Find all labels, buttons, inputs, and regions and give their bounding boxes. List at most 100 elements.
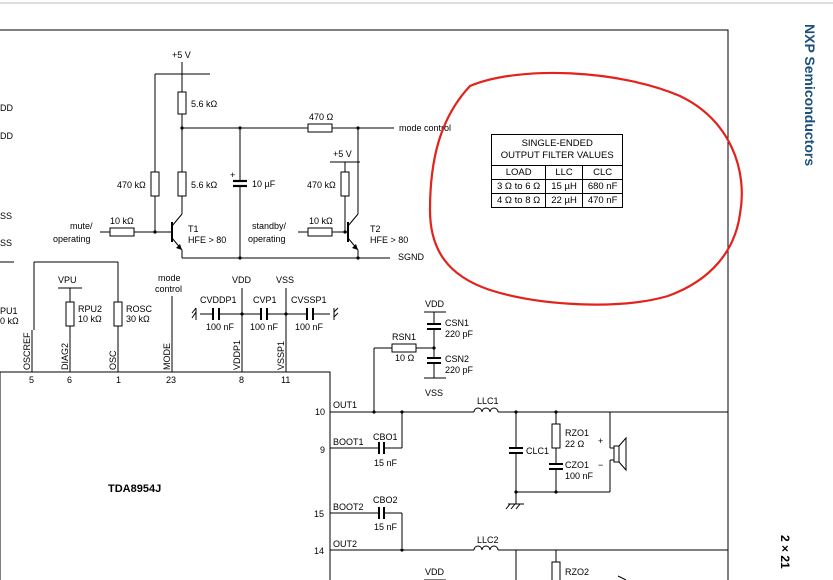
filter-table-cell: 3 Ω to 6 Ω	[490, 179, 547, 194]
pin-out1-num: 10	[315, 407, 325, 417]
supply-vss-decoupling: VSS	[276, 275, 294, 285]
speaker-minus: −	[598, 460, 603, 470]
ground-symbol-right	[333, 307, 339, 320]
filter-table-cell: 4 Ω to 8 Ω	[490, 193, 547, 208]
filter-table-title-2: OUTPUT FILTER VALUES	[500, 150, 614, 161]
pin-oscref: OSCREF	[22, 332, 32, 370]
net-sgnd: SGND	[398, 252, 425, 262]
pin-vssp1: VSSP1	[276, 341, 286, 370]
supply-plus5v-top: +5 V	[172, 50, 191, 60]
transistor-t2-label: T2	[370, 224, 381, 234]
filter-table-cell: 22 µH	[545, 193, 583, 208]
supply-vpu: VPU	[58, 275, 77, 285]
pin-vssp1-num: 11	[281, 375, 290, 385]
capacitor-cvssp1-label: CVSSP1	[291, 295, 327, 305]
resistor-470k-left-label: 470 kΩ	[117, 180, 146, 190]
resistor-rzo1-value: 22 Ω	[565, 439, 585, 449]
resistor-470k-right-label: 470 kΩ	[307, 180, 336, 190]
capacitor-csn2-label: CSN2	[445, 354, 469, 364]
capacitor-cvp1-value: 100 nF	[250, 322, 279, 332]
resistor-10k-standby	[307, 227, 333, 237]
edge-label-0k: 0 kΩ	[0, 316, 19, 326]
resistor-rzo2	[551, 561, 561, 580]
filter-table-title-1: SINGLE-ENDED	[521, 138, 593, 149]
pin-diag2: DIAG2	[60, 343, 70, 370]
resistor-470k-right	[340, 171, 350, 197]
capacitor-cvp1	[260, 308, 268, 320]
resistor-rosc	[113, 301, 123, 327]
inductor-llc1	[473, 407, 499, 413]
filter-table-header-clc: CLC	[581, 165, 624, 180]
filter-table-cell: 680 nF	[581, 179, 624, 194]
inductor-llc2	[473, 545, 499, 551]
edge-label-ss-1: SS	[0, 211, 12, 221]
resistor-rsn1-value: 10 Ω	[395, 353, 415, 363]
pin-mode-num: 23	[166, 375, 176, 385]
pin-out2: OUT2	[333, 539, 357, 549]
transistor-t1-label: T1	[188, 224, 199, 234]
ground-symbol-left	[191, 307, 197, 320]
pin-out1: OUT1	[333, 400, 357, 410]
resistor-470-top	[307, 123, 333, 133]
capacitor-cvp1-label: CVP1	[253, 295, 277, 305]
pin-vddp1: VDDP1	[232, 340, 242, 370]
resistor-470k-left	[150, 171, 160, 197]
edge-label-dd-1: DD	[0, 103, 13, 113]
net-standby-1: standby/	[252, 221, 287, 231]
net-standby-2: operating	[248, 234, 286, 244]
resistor-5k6-mid-label: 5.6 kΩ	[191, 180, 218, 190]
filter-table-header-load: LOAD	[490, 165, 547, 180]
supply-plus5v-right: +5 V	[333, 149, 352, 159]
resistor-10k-mute-label: 10 kΩ	[110, 216, 134, 226]
resistor-rzo2-label: RZO2	[565, 567, 589, 577]
edge-label-pu1: PU1	[0, 306, 18, 316]
pin-boot2: BOOT2	[333, 502, 364, 512]
capacitor-10uf-label: 10 µF	[252, 179, 276, 189]
capacitor-csn1-label: CSN1	[445, 318, 469, 328]
capacitor-cvddp1-value: 100 nF	[206, 322, 235, 332]
capacitor-cvssp1	[306, 308, 314, 320]
transistor-t1-hfe: HFE > 80	[188, 235, 226, 245]
edge-label-dd-2: DD	[0, 131, 13, 141]
capacitor-czo1-value: 100 nF	[565, 471, 594, 481]
pin-mode: MODE	[162, 343, 172, 370]
resistor-rsn1-label: RSN1	[392, 332, 416, 342]
net-mode-control: mode control	[399, 123, 451, 133]
pin-boot1: BOOT1	[333, 437, 364, 447]
pin-boot1-num: 9	[320, 445, 325, 455]
capacitor-csn2-value: 220 pF	[445, 365, 474, 375]
capacitor-10uf-plus: +	[230, 170, 235, 180]
resistor-10k-standby-label: 10 kΩ	[309, 216, 333, 226]
ic-body	[0, 371, 331, 580]
resistor-10k-mute	[109, 227, 135, 237]
resistor-5k6-top-label: 5.6 kΩ	[191, 99, 218, 109]
inductor-llc1-label: LLC1	[477, 396, 499, 406]
ic-name: TDA8954J	[108, 483, 161, 495]
resistor-5k6-mid	[177, 171, 187, 197]
pin-out2-num: 14	[314, 546, 324, 556]
filter-table-cell: 470 nF	[581, 193, 624, 208]
resistor-rpu2-value: 10 kΩ	[78, 314, 102, 324]
net-mode-2: control	[155, 284, 182, 294]
pin-osc-num: 1	[116, 375, 121, 385]
schematic-diagram: DD DD SS SS PU1 0 kΩ +5 V 5.6 kΩ 470 Ω m…	[0, 2, 833, 580]
filter-table-cell: 15 µH	[545, 179, 583, 194]
vendor-side-label: NXP Semiconductors	[790, 24, 820, 224]
resistor-rosc-value: 30 kΩ	[126, 314, 150, 324]
capacitor-cbo1-value: 15 nF	[374, 458, 398, 468]
capacitor-cbo2-label: CBO2	[373, 495, 398, 505]
doc-title-side-label: 2 × 21	[772, 535, 796, 580]
net-mute-2: operating	[53, 234, 91, 244]
capacitor-czo1-label: CZO1	[565, 460, 589, 470]
supply-vdd-decoupling: VDD	[232, 275, 252, 285]
pin-vddp1-num: 8	[239, 375, 244, 385]
pin-diag2-num: 6	[67, 375, 72, 385]
net-mode-1: mode	[158, 273, 181, 283]
resistor-rpu2-label: RPU2	[78, 304, 102, 314]
figure-frame	[0, 29, 729, 580]
capacitor-cvssp1-value: 100 nF	[295, 322, 324, 332]
output-filter-table: SINGLE-ENDED OUTPUT FILTER VALUES LOAD L…	[490, 134, 624, 208]
speaker-plus: +	[598, 436, 603, 446]
speaker-icon	[613, 436, 627, 472]
resistor-rpu2	[65, 301, 75, 327]
